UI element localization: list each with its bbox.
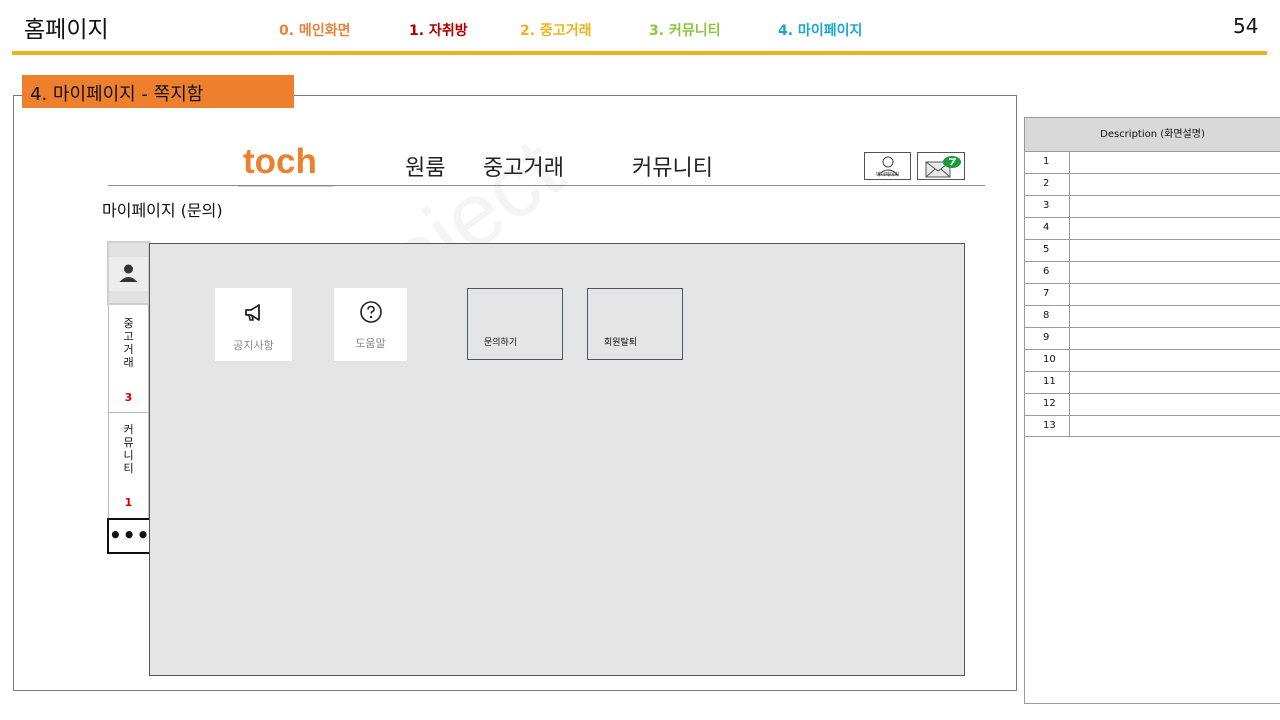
help-label: 도움말 bbox=[355, 337, 386, 350]
table-row: 8 bbox=[1025, 305, 1280, 327]
row-number: 9 bbox=[1025, 328, 1070, 349]
megaphone-icon bbox=[245, 304, 260, 321]
sidebar-label-char: 티 bbox=[123, 462, 134, 475]
row-number: 5 bbox=[1025, 240, 1070, 261]
sidebar-label-char: 래 bbox=[123, 356, 134, 369]
site-nav-divider bbox=[108, 185, 985, 186]
inquiry-label: 문의하기 bbox=[484, 338, 518, 348]
envelope-with-new-badge-icon bbox=[925, 156, 961, 178]
mypage-subtitle: 마이페이지 (문의) bbox=[102, 201, 223, 220]
sidebar-label-char: 거 bbox=[123, 343, 134, 356]
notice-tile[interactable]: 공지사항 bbox=[215, 288, 292, 361]
table-row: 4 bbox=[1025, 217, 1280, 239]
top-nav-used-trade[interactable]: 2. 중고거래 bbox=[520, 20, 591, 40]
question-circle-icon bbox=[360, 301, 382, 323]
table-row: 3 bbox=[1025, 195, 1280, 217]
sidebar-profile[interactable] bbox=[107, 241, 150, 305]
inquiry-button[interactable]: 문의하기 bbox=[467, 288, 563, 360]
site-nav-oneroom[interactable]: 원룸 bbox=[405, 150, 445, 182]
row-number: 6 bbox=[1025, 262, 1070, 283]
sidebar-item-used-trade[interactable]: 중 고 거 래 3 bbox=[108, 305, 149, 413]
row-number: 1 bbox=[1025, 152, 1070, 173]
row-number: 4 bbox=[1025, 218, 1070, 239]
sidebar-label-char: 커 bbox=[123, 423, 134, 436]
row-number: 8 bbox=[1025, 306, 1070, 327]
sidebar-label-char: 고 bbox=[123, 330, 134, 343]
top-nav-room[interactable]: 1. 자취방 bbox=[409, 20, 468, 40]
table-row: 13 bbox=[1025, 415, 1280, 437]
sidebar-label-char: 중 bbox=[123, 317, 134, 330]
top-nav-main[interactable]: 0. 메인화면 bbox=[279, 20, 350, 40]
description-table: Description (화면설명) 1 2 3 4 5 6 7 8 9 10 … bbox=[1024, 117, 1280, 704]
site-logo[interactable]: toch bbox=[243, 142, 317, 182]
header-divider bbox=[12, 51, 1267, 55]
page-number: 54 bbox=[1233, 14, 1259, 38]
site-nav-used-trade[interactable]: 중고거래 bbox=[483, 150, 564, 182]
table-row: 7 bbox=[1025, 283, 1280, 305]
sidebar-more-button[interactable]: ••• bbox=[107, 518, 151, 554]
table-row: 1 bbox=[1025, 151, 1280, 173]
row-number: 12 bbox=[1025, 394, 1070, 415]
person-icon bbox=[109, 257, 148, 291]
row-number: 11 bbox=[1025, 372, 1070, 393]
top-nav-mypage[interactable]: 4. 마이페이지 bbox=[778, 20, 862, 40]
withdraw-label: 회원탈퇴 bbox=[604, 338, 638, 348]
section-label: 4. 마이페이지 - 쪽지함 bbox=[22, 75, 294, 108]
table-row: 10 bbox=[1025, 349, 1280, 371]
description-header: Description (화면설명) bbox=[1025, 118, 1280, 151]
table-row: 5 bbox=[1025, 239, 1280, 261]
table-row: 6 bbox=[1025, 261, 1280, 283]
message-button[interactable] bbox=[917, 152, 965, 180]
table-row: 9 bbox=[1025, 327, 1280, 349]
withdraw-button[interactable]: 회원탈퇴 bbox=[587, 288, 683, 360]
notice-label: 공지사항 bbox=[233, 339, 274, 352]
sidebar-label-char: 니 bbox=[123, 449, 134, 462]
table-row: 2 bbox=[1025, 173, 1280, 195]
sidebar-count-badge: 3 bbox=[124, 391, 133, 404]
row-number: 7 bbox=[1025, 284, 1070, 305]
row-number: 3 bbox=[1025, 196, 1070, 217]
sidebar-item-community[interactable]: 커 뮤 니 티 1 bbox=[108, 413, 149, 518]
site-nav-community[interactable]: 커뮤니티 bbox=[632, 150, 713, 182]
row-number: 2 bbox=[1025, 174, 1070, 195]
table-row: 12 bbox=[1025, 393, 1280, 415]
mypage-caption: 마이페이지 bbox=[875, 172, 899, 178]
top-nav-community[interactable]: 3. 커뮤니티 bbox=[649, 20, 720, 40]
logo-underline bbox=[238, 186, 334, 187]
sidebar-count-badge: 1 bbox=[124, 496, 133, 509]
table-row: 11 bbox=[1025, 371, 1280, 393]
help-tile[interactable]: 도움말 bbox=[334, 288, 407, 361]
mypage-button[interactable]: 마이페이지 bbox=[864, 152, 911, 180]
table-bottom-rule bbox=[1025, 436, 1280, 437]
sidebar-label-char: 뮤 bbox=[123, 436, 134, 449]
page-title: 홈페이지 bbox=[24, 17, 109, 43]
row-number: 10 bbox=[1025, 350, 1070, 371]
row-number: 13 bbox=[1025, 416, 1070, 437]
